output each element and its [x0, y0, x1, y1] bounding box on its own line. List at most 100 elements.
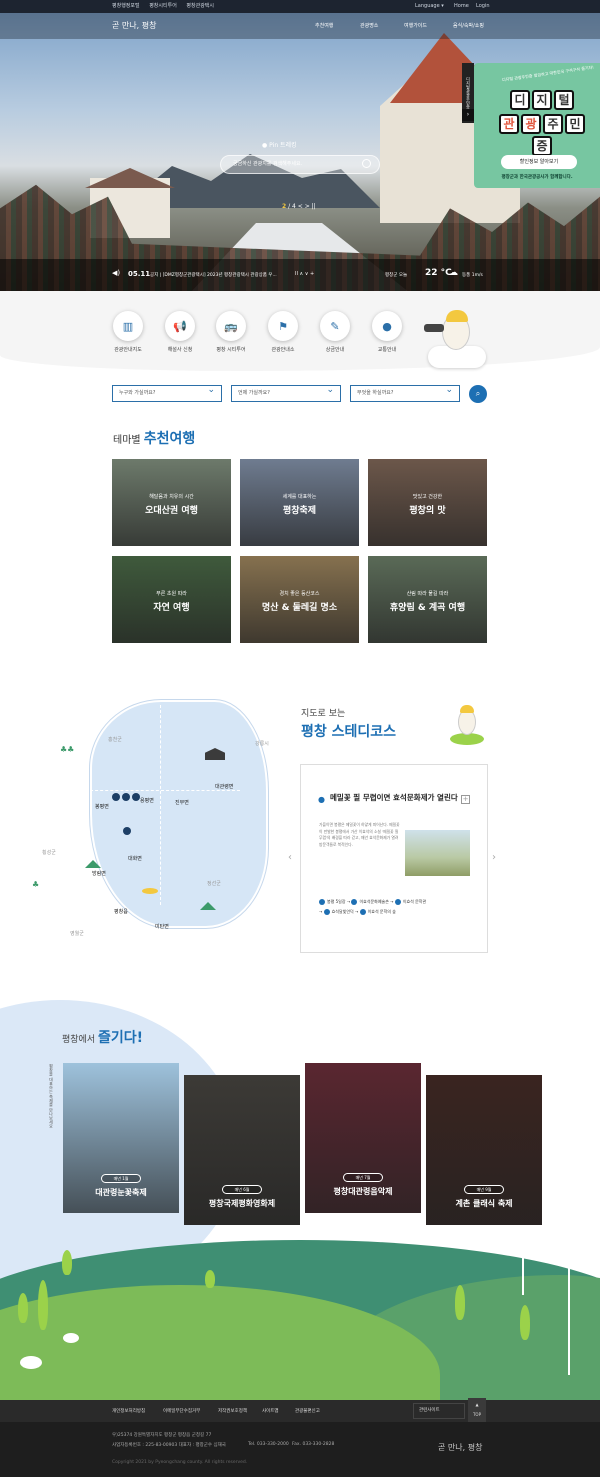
login-link[interactable]: Login — [476, 0, 490, 13]
map-label[interactable]: 방림면 — [92, 870, 106, 877]
location-icon[interactable]: ● — [372, 311, 402, 341]
map-label[interactable]: 평창읍 — [114, 908, 128, 915]
banner-char: 주 — [543, 114, 563, 134]
search-icon[interactable] — [362, 159, 371, 168]
footer-info: 우)25374 강원특별자치도 평창군 평창읍 군청길 77 사업자등록번호 :… — [0, 1422, 600, 1477]
themes-title: 추천여행 — [143, 431, 196, 447]
card-title: 자연 여행 — [153, 603, 190, 613]
bus-icon[interactable]: 🚌 — [216, 311, 246, 341]
footer-link[interactable]: 저작권보호정책 — [218, 1408, 247, 1414]
plus-icon[interactable]: + — [461, 795, 470, 804]
route-pin[interactable] — [132, 793, 140, 801]
theme-card[interactable]: 해달음과 치유의 시간 오대산권 여행 — [112, 459, 231, 546]
theme-card[interactable]: 산림 따라 물길 따라 휴양림 & 계곡 여행 — [368, 556, 487, 643]
link-city-tour[interactable]: 평창시티투어 — [149, 3, 177, 9]
map-label[interactable]: 진부면 — [175, 799, 189, 806]
theme-card[interactable]: 맛있고 건강한 평창의 맛 — [368, 459, 487, 546]
quickmenu-label[interactable]: 상금안내 — [305, 346, 365, 353]
route-pin[interactable] — [123, 827, 131, 835]
tree-icon — [62, 1250, 72, 1275]
route-step[interactable]: 이효석 문학의 숲 — [368, 909, 396, 914]
quickmenu-label[interactable]: 평창 시티투어 — [201, 346, 261, 353]
festival-card-title: 대관령눈꽃축제 — [95, 1188, 147, 1197]
filter-what[interactable]: 무엇을 하실까요? — [350, 383, 460, 402]
home-link[interactable]: Home — [454, 0, 469, 13]
course-photo — [405, 830, 470, 876]
festival-card[interactable]: 매년 6월평창국제평화영화제 — [184, 1075, 300, 1225]
pager-controls[interactable]: < > || — [298, 203, 316, 210]
related-sites-select[interactable]: 관련사이트 — [413, 1403, 465, 1419]
wind-turbine-icon — [568, 1265, 570, 1375]
route-step[interactable]: 이효석 문학관 — [403, 899, 426, 904]
route-pin[interactable] — [122, 793, 130, 801]
ticker-controls[interactable]: II ∧ ∨ + — [295, 271, 314, 277]
chevron-right-icon[interactable]: › — [462, 109, 474, 121]
map-label[interactable]: 봉평면 — [95, 803, 109, 810]
banner-char: 광 — [521, 114, 541, 134]
mascot-hat — [446, 310, 468, 322]
nav-item-food[interactable]: 음식/숙박/쇼핑 — [453, 22, 484, 29]
festival-card[interactable]: 매년 7월 평창대관령음악제 — [305, 1063, 421, 1213]
festival-card[interactable]: 매년 1월 대관령눈꽃축제 — [63, 1063, 179, 1213]
footer-link[interactable]: 관광불편신고 — [295, 1408, 320, 1414]
map-label[interactable]: 대관령면 — [215, 783, 233, 790]
banner-char: 증 — [532, 136, 552, 156]
festival-card-title: 평창국제평화영화제 — [208, 1199, 276, 1208]
discount-info-button[interactable]: 할인정보 알아보기 — [501, 155, 577, 169]
notice-ticker: ◀) 05.11 공지 | [DMZ평창군관광택시] 2023년 평창관광택시 … — [0, 259, 600, 291]
theme-card[interactable]: 세계를 대표하는 평창축제 — [240, 459, 359, 546]
filter-when[interactable]: 언제 가실까요? — [231, 383, 341, 402]
festival-card[interactable]: 매년 9월 계촌 클래식 축제 — [426, 1075, 542, 1225]
megaphone-icon[interactable]: 📢 — [165, 311, 195, 341]
festival-date-badge: 매년 6월 — [222, 1185, 262, 1194]
filter-who[interactable]: 누구와 가실까요? — [112, 383, 222, 402]
footer-link[interactable]: 사이트맵 — [262, 1408, 279, 1414]
signpost-icon[interactable]: ⚑ — [268, 311, 298, 341]
site-logo[interactable]: 곧 만나, 평창 — [112, 20, 156, 31]
route-step[interactable]: 봉평 5일장 — [327, 899, 346, 904]
link-tour-taxi[interactable]: 평창관광택시 — [186, 3, 214, 9]
quickmenu-label[interactable]: 교통안내 — [357, 346, 417, 353]
top-button[interactable]: ▲ TOP — [468, 1398, 486, 1422]
footer-copyright: Copyright 2021 by Pyeongchang county. Al… — [112, 1460, 248, 1465]
language-select[interactable]: Language ▾ — [415, 0, 444, 13]
search-icon: ⌕ — [475, 389, 481, 398]
nav-item-attractions[interactable]: 관광명소 — [360, 22, 378, 29]
hero-pager[interactable]: 2 / 4 < > || — [282, 203, 316, 210]
nav-item-guide[interactable]: 여행가이드 — [404, 22, 427, 29]
chevron-left-icon[interactable]: ‹ — [288, 852, 292, 863]
route-step[interactable]: 이효석문화예술촌 — [359, 899, 388, 904]
map-label[interactable]: 대화면 — [128, 855, 142, 862]
route-pin[interactable] — [112, 793, 120, 801]
step-icon — [359, 909, 366, 915]
search-input[interactable]: 궁금하신 관광지를 검색해주세요. — [233, 161, 302, 167]
quickmenu-label[interactable]: 관광안내지도 — [98, 346, 158, 353]
card-title: 오대산권 여행 — [145, 506, 198, 516]
route-step[interactable]: 효석달빛언덕 — [332, 909, 354, 914]
theme-card[interactable]: 경치 좋은 등산코스 명산 & 둘레길 명소 — [240, 556, 359, 643]
footer-link[interactable]: 개인정보처리방침 — [112, 1408, 145, 1414]
search-button[interactable]: ⌕ — [469, 385, 487, 403]
course-card[interactable]: ● 메밀꽃 필 무렵이면 효석문화제가 열린다 + 가을이면 봉평은 메밀꽃이 … — [300, 764, 488, 953]
tree-icon — [38, 1280, 48, 1330]
card-title: 평창의 맛 — [409, 506, 446, 516]
utility-links: 평창행정포털 평창시티투어 평창관광택시 — [112, 0, 214, 13]
map-label[interactable]: 미탄면 — [155, 923, 169, 930]
quickmenu-label[interactable]: 관광안내소 — [253, 346, 313, 353]
nav-item-recommend[interactable]: 추천여행 — [315, 22, 333, 29]
banner-char: 디 — [510, 90, 530, 110]
link-admin-portal[interactable]: 평창행정포털 — [112, 3, 140, 9]
card-title: 휴양림 & 계곡 여행 — [389, 603, 466, 613]
hero-search[interactable]: 궁금하신 관광지를 검색해주세요. — [220, 155, 380, 174]
notice-title[interactable]: [DMZ평창군관광택시] 2023년 평창관광택시 관광상품 우... — [163, 273, 277, 278]
notice-text[interactable]: 공지 | [DMZ평창군관광택시] 2023년 평창관광택시 관광상품 우... — [150, 272, 277, 278]
map-label[interactable]: 용평면 — [140, 797, 154, 804]
digital-card-banner[interactable]: 디지털관광주민증 › 디지털 관광주민증 발급하고 대한민국 구석구석 즐기자!… — [462, 63, 600, 188]
chevron-right-icon[interactable]: › — [492, 852, 496, 863]
theme-card[interactable]: 푸른 초원 따라 자연 여행 — [112, 556, 231, 643]
tag-icon[interactable]: ✎ — [320, 311, 350, 341]
footer-link[interactable]: 이메일무단수집거부 — [163, 1408, 200, 1414]
mascot-hat — [460, 705, 474, 713]
mascot-binoculars — [420, 308, 490, 370]
map-icon[interactable]: ▥ — [113, 311, 143, 341]
